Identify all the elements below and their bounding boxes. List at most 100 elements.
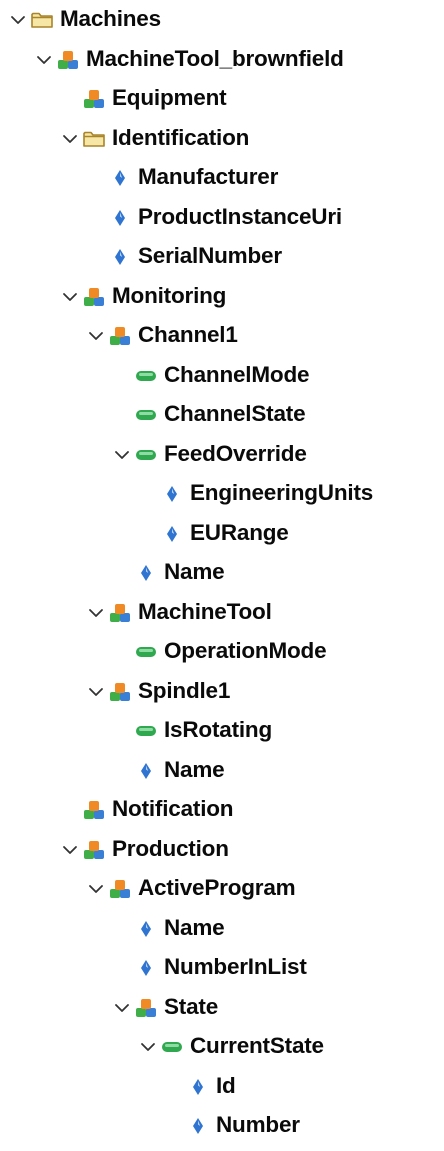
tree-node-label: ProductInstanceUri bbox=[138, 203, 342, 229]
tree-node[interactable]: Machines bbox=[0, 0, 444, 40]
tree-node-label: Manufacturer bbox=[138, 164, 279, 189]
tree-node[interactable]: MachineTool_brownfield bbox=[0, 40, 444, 80]
object-icon bbox=[82, 87, 106, 111]
chevron-down-icon[interactable] bbox=[86, 682, 106, 702]
tree-node[interactable]: Name bbox=[0, 751, 444, 791]
tree-node-label: CurrentState bbox=[190, 1033, 324, 1058]
folder-icon bbox=[82, 127, 106, 151]
tree-node[interactable]: NumberInList bbox=[0, 948, 444, 988]
chevron-down-icon[interactable] bbox=[86, 603, 106, 623]
tree-node[interactable]: SerialNumber bbox=[0, 237, 444, 277]
property-icon bbox=[108, 166, 132, 190]
tree-node-label: Identification bbox=[112, 124, 250, 150]
chevron-down-icon[interactable] bbox=[112, 445, 132, 465]
chevron-down-icon[interactable] bbox=[34, 50, 54, 70]
tree-node[interactable]: FeedOverride bbox=[0, 435, 444, 475]
tree-node-label: Name bbox=[164, 914, 225, 940]
tree-node-label: Notification bbox=[112, 796, 234, 821]
tree-node-label: ActiveProgram bbox=[138, 875, 296, 900]
variable-icon bbox=[160, 1035, 184, 1059]
object-icon bbox=[108, 877, 132, 901]
property-icon bbox=[134, 759, 158, 783]
tree-node[interactable]: MachineTool bbox=[0, 593, 444, 633]
tree-node[interactable]: EngineeringUnits bbox=[0, 474, 444, 514]
variable-icon bbox=[134, 443, 158, 467]
property-icon bbox=[108, 245, 132, 269]
tree-node-label: Number bbox=[216, 1112, 300, 1137]
tree-node[interactable]: Production bbox=[0, 830, 444, 870]
tree-node[interactable]: Id bbox=[0, 1067, 444, 1107]
property-icon bbox=[186, 1114, 210, 1138]
folder-icon bbox=[30, 8, 54, 32]
tree-node-label: ChannelMode bbox=[164, 361, 310, 387]
tree-node[interactable]: State bbox=[0, 988, 444, 1028]
tree-node-label: Channel1 bbox=[138, 322, 238, 347]
variable-icon bbox=[134, 364, 158, 388]
chevron-down-icon[interactable] bbox=[60, 840, 80, 860]
tree-node-label: State bbox=[164, 993, 219, 1019]
property-icon bbox=[186, 1075, 210, 1099]
tree-node[interactable]: EURange bbox=[0, 514, 444, 554]
chevron-down-icon[interactable] bbox=[112, 998, 132, 1018]
tree-node-label: Spindle1 bbox=[138, 677, 231, 703]
object-icon bbox=[82, 798, 106, 822]
chevron-down-icon[interactable] bbox=[8, 10, 28, 30]
property-icon bbox=[160, 482, 184, 506]
property-icon bbox=[108, 206, 132, 230]
object-icon bbox=[82, 285, 106, 309]
tree-node[interactable]: Identification bbox=[0, 119, 444, 159]
tree-node[interactable]: Name bbox=[0, 553, 444, 593]
tree-node-label: IsRotating bbox=[164, 717, 272, 742]
tree-node-label: Equipment bbox=[112, 85, 227, 110]
tree-node-label: MachineTool bbox=[138, 598, 272, 624]
chevron-down-icon[interactable] bbox=[138, 1037, 158, 1057]
tree-node-label: Name bbox=[164, 559, 225, 584]
chevron-down-icon[interactable] bbox=[60, 287, 80, 307]
tree-node-label: FeedOverride bbox=[164, 440, 307, 466]
tree-node[interactable]: ChannelMode bbox=[0, 356, 444, 396]
tree-node[interactable]: IsRotating bbox=[0, 711, 444, 751]
property-icon bbox=[134, 917, 158, 941]
tree-node-label: SerialNumber bbox=[138, 243, 282, 268]
tree-node-label: EURange bbox=[190, 519, 289, 545]
object-icon bbox=[108, 324, 132, 348]
tree-node-label: Machines bbox=[60, 6, 161, 31]
object-icon bbox=[56, 48, 80, 72]
object-icon bbox=[108, 680, 132, 704]
tree-node-label: Monitoring bbox=[112, 282, 227, 308]
object-icon bbox=[82, 838, 106, 862]
object-icon bbox=[134, 996, 158, 1020]
property-icon bbox=[160, 522, 184, 546]
tree-node[interactable]: Manufacturer bbox=[0, 158, 444, 198]
tree-node-label: Production bbox=[112, 835, 229, 861]
tree-node[interactable]: CurrentState bbox=[0, 1027, 444, 1067]
variable-icon bbox=[134, 719, 158, 743]
tree-node[interactable]: Channel1 bbox=[0, 316, 444, 356]
tree-node-label: OperationMode bbox=[164, 638, 327, 663]
object-icon bbox=[108, 601, 132, 625]
address-space-tree: Machines MachineTool_brownfield Equipment I… bbox=[0, 0, 444, 1151]
tree-node-label: EngineeringUnits bbox=[190, 480, 374, 505]
tree-node-label: NumberInList bbox=[164, 954, 307, 979]
tree-node-label: Name bbox=[164, 756, 225, 782]
tree-node[interactable]: Number bbox=[0, 1106, 444, 1146]
variable-icon bbox=[134, 640, 158, 664]
tree-node-label: Id bbox=[216, 1072, 236, 1098]
tree-node[interactable]: ActiveProgram bbox=[0, 869, 444, 909]
tree-node-label: MachineTool_brownfield bbox=[86, 45, 344, 71]
tree-node[interactable]: Spindle1 bbox=[0, 672, 444, 712]
tree-node[interactable]: Equipment bbox=[0, 79, 444, 119]
tree-node[interactable]: Monitoring bbox=[0, 277, 444, 317]
tree-node[interactable]: ProductInstanceUri bbox=[0, 198, 444, 238]
chevron-down-icon[interactable] bbox=[86, 879, 106, 899]
tree-node[interactable]: OperationMode bbox=[0, 632, 444, 672]
tree-node[interactable]: Notification bbox=[0, 790, 444, 830]
tree-node-label: ChannelState bbox=[164, 401, 306, 426]
variable-icon bbox=[134, 403, 158, 427]
property-icon bbox=[134, 956, 158, 980]
tree-node[interactable]: Name bbox=[0, 909, 444, 949]
tree-node[interactable]: ChannelState bbox=[0, 395, 444, 435]
chevron-down-icon[interactable] bbox=[60, 129, 80, 149]
property-icon bbox=[134, 561, 158, 585]
chevron-down-icon[interactable] bbox=[86, 326, 106, 346]
